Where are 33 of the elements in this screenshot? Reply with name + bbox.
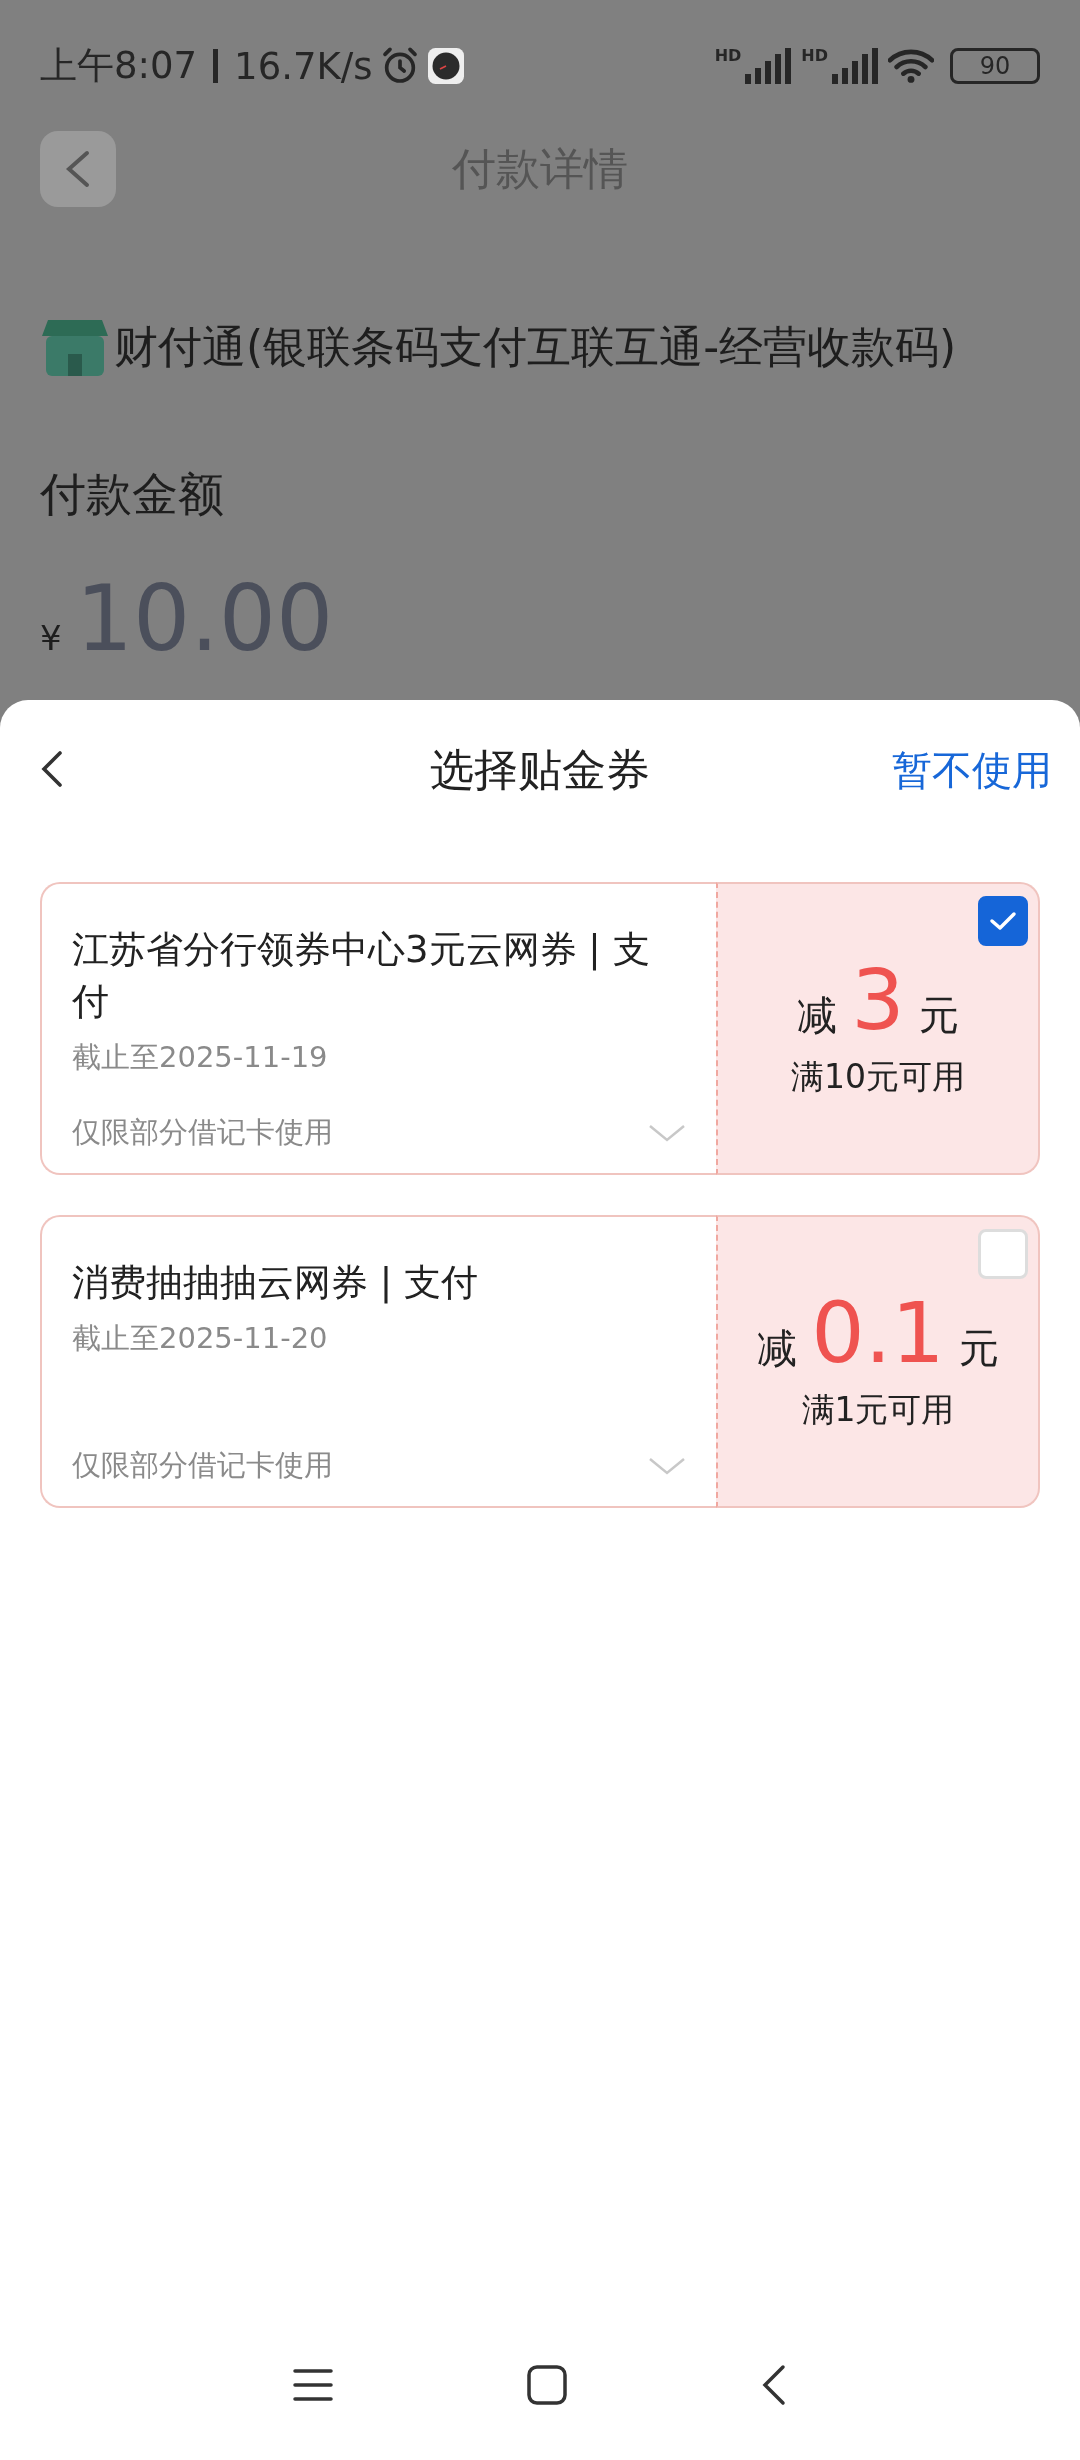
coupon-title: 江苏省分行领券中心3元云网券 | 支付: [72, 927, 651, 1025]
merchant-name: 财付通(银联条码支付互联互通-经营收款码): [114, 319, 957, 374]
home-icon[interactable]: [525, 2363, 569, 2407]
coupon-restriction: 仅限部分借记卡使用: [72, 1114, 333, 1151]
coupon-restriction: 仅限部分借记卡使用: [72, 1447, 333, 1484]
discount-value: 0.1: [811, 1290, 945, 1375]
network-type-label: HD: [801, 48, 828, 64]
status-separator: [213, 49, 219, 83]
network-speed: 16.7K/s: [234, 44, 373, 88]
discount-prefix: 减: [797, 990, 838, 1040]
signal-icon: [830, 48, 880, 84]
coupon-expiry: 截止至2025-11-20: [72, 1319, 329, 1357]
back-icon: [40, 748, 64, 789]
skip-link[interactable]: 暂不使用: [892, 742, 1052, 798]
discount-unit: 元: [918, 990, 959, 1040]
sheet-title: 选择贴金券: [430, 742, 650, 797]
battery-level: 90: [979, 52, 1011, 80]
coupon-condition: 满1元可用: [801, 1388, 955, 1431]
discount-value: 3: [851, 957, 905, 1042]
check-icon: [988, 909, 1018, 933]
status-time: 上午8:07: [40, 43, 198, 89]
clock-app-icon: [428, 48, 465, 84]
amount-label: 付款金额: [40, 466, 225, 523]
discount-prefix: 减: [757, 1323, 798, 1373]
coupon-expiry: 截止至2025-11-19: [72, 1038, 329, 1076]
coupon-title: 消费抽抽抽云网券 | 支付: [72, 1260, 479, 1306]
wifi-icon: [888, 48, 934, 84]
coupon-condition: 满10元可用: [791, 1055, 965, 1098]
currency-symbol: ¥: [40, 618, 62, 658]
checkbox[interactable]: [978, 896, 1028, 946]
discount-unit: 元: [958, 1323, 999, 1373]
signal-icon: [743, 48, 794, 84]
network-type-label: HD: [714, 48, 742, 64]
